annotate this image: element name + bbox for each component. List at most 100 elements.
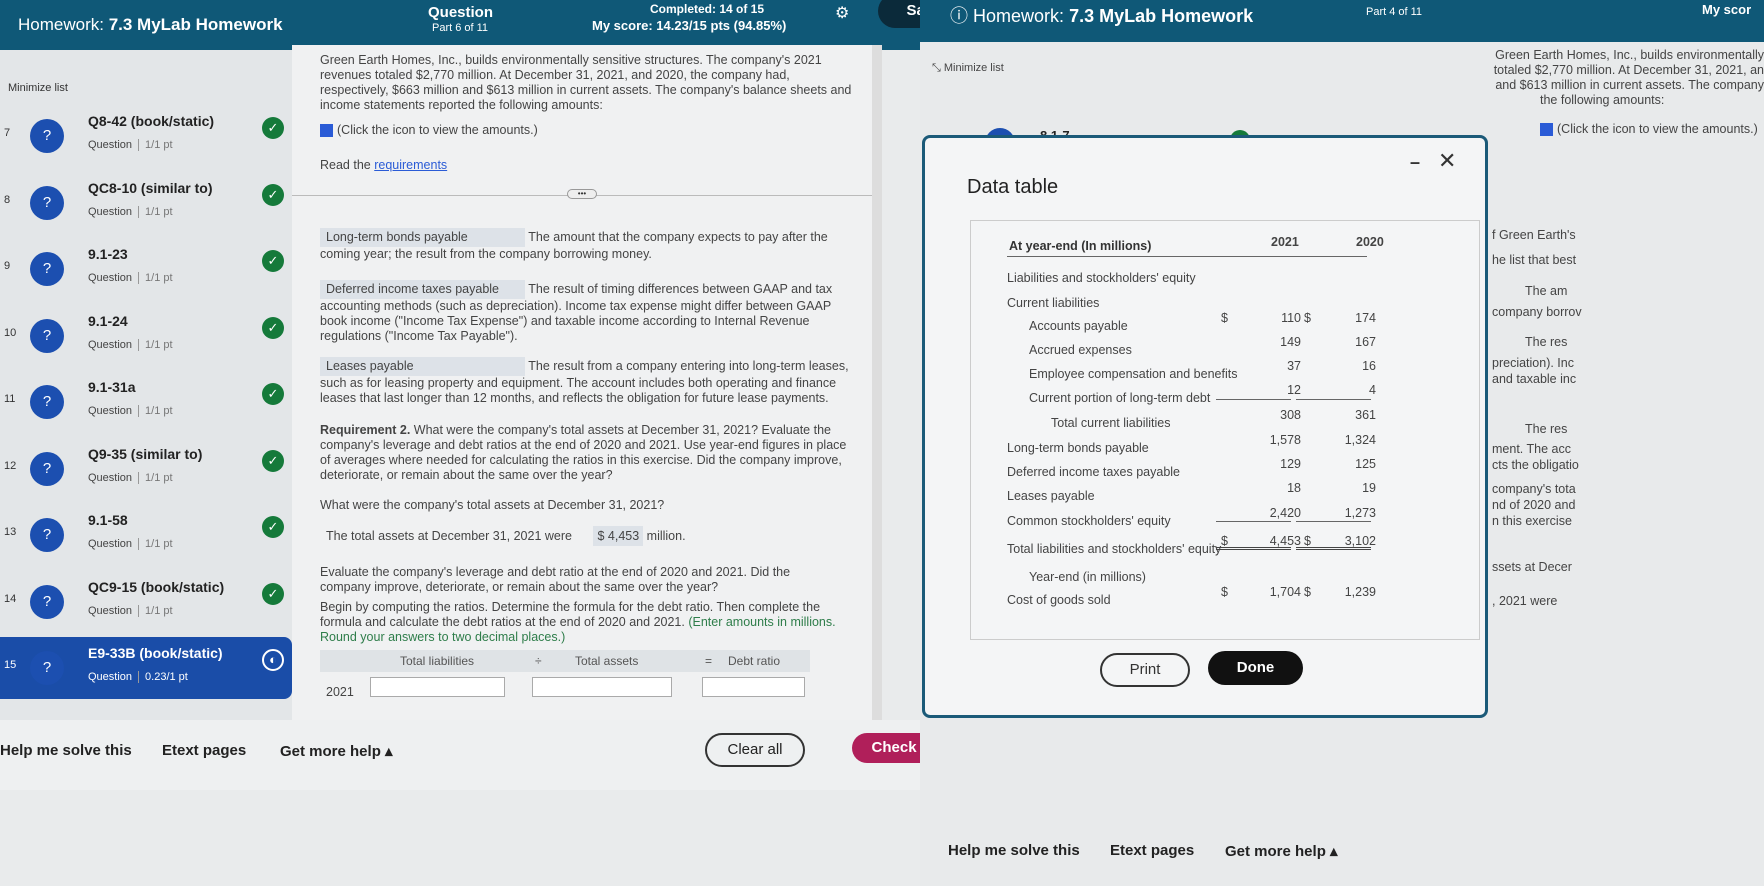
item-number: 15 [4,659,17,671]
right-help-me-solve-button[interactable]: Help me solve this [948,842,1080,859]
item-name: 9.1-58 [88,512,128,528]
requirements-link[interactable]: requirements [374,158,447,172]
item-points: 1/1 pt [138,139,173,151]
sidebar-item-10[interactable]: 10 ? 9.1-24 Question 1/1 pt ✓ [0,305,292,367]
item-name: Q8-42 (book/static) [88,113,215,129]
item-points: 1/1 pt [138,604,173,617]
value-2020: 4 [1369,383,1376,397]
sidebar-item-14[interactable]: 14 ? QC9-15 (book/static) Question 1/1 pt… [0,571,292,633]
right-etext-pages-button[interactable]: Etext pages [1110,842,1194,859]
right-intro: Green Earth Homes, Inc., builds environm… [1260,48,1764,108]
item-name: 9.1-31a [88,379,136,395]
sidebar-item-11[interactable]: 11 ? 9.1-31a Question 1/1 pt ✓ [0,371,292,433]
col-total-assets: Total assets [575,654,639,668]
scrollbar[interactable] [872,45,882,720]
value-2021: 37 [1287,359,1301,373]
expand-handle[interactable]: ••• [567,189,597,199]
col-total-liabilities: Total liabilities [400,654,475,668]
item-points: 1/1 pt [138,205,173,218]
sidebar-item-12[interactable]: 12 ? Q9-35 (similar to) Question 1/1 pt ✓ [0,438,292,500]
right-get-more-help-button[interactable]: Get more help ▴ [1225,842,1338,860]
item-type: Question [88,338,133,351]
answer-unit: million. [646,529,686,543]
item-name: 9.1-23 [88,246,128,262]
close-icon[interactable]: ✕ [1438,148,1456,174]
term-1: Deferred income taxes payable The result… [320,280,860,344]
partial-icon: ◐ [262,649,284,671]
help-me-solve-button[interactable]: Help me solve this [0,742,132,759]
item-sub: Question 1/1 pt [88,272,173,284]
total-assets-field[interactable]: $ 4,453 [593,526,644,546]
minimize-icon[interactable]: – [1410,152,1420,173]
clear-all-button[interactable]: Clear all [705,733,805,767]
row-label: Total current liabilities [1051,416,1171,430]
gear-icon[interactable]: ⚙ [835,3,849,23]
begin-text: Begin by computing the ratios. Determine… [320,600,865,645]
item-points: 1/1 pt [138,405,173,417]
get-more-help-button[interactable]: Get more help ▴ [280,742,393,760]
row-label: Cost of goods sold [1007,593,1111,607]
debt-ratio-input[interactable] [702,677,805,697]
term-0: Long-term bonds payable The amount that … [320,228,860,262]
item-name: 9.1-24 [88,312,128,329]
question-icon: ? [30,385,64,419]
item-sub: Question 1/1 pt [88,139,173,151]
right-score: My scor [1702,2,1752,17]
item-type: Question [88,671,133,683]
value-2021: 110 [1281,311,1301,325]
done-button[interactable]: Done [1208,651,1303,685]
read-the-text: Read the [320,158,375,172]
sidebar-item-15[interactable]: 15 ? E9-33B (book/static) Question 0.23/1… [0,637,292,699]
item-points: 1/1 pt [138,538,173,550]
clipped-question-text: The am [1525,284,1568,298]
clipped-question-text: The res [1525,422,1568,436]
item-sub: Question 1/1 pt [88,338,173,351]
item-sub: Question 1/1 pt [88,538,173,550]
clipped-question-text: and taxable inc [1492,372,1577,386]
item-type: Question [88,538,133,550]
check-icon: ✓ [262,117,284,139]
check-icon: ✓ [262,449,284,472]
value-2020: 125 [1355,457,1376,471]
sidebar-item-9[interactable]: 9 ? 9.1-23 Question 1/1 pt ✓ [0,238,292,300]
currency: $ [1304,534,1311,548]
value-2020: 167 [1355,335,1376,349]
currency: $ [1221,585,1228,599]
right-minimize-list[interactable]: ⤡ Minimize list [932,62,1004,75]
print-button[interactable]: Print [1100,653,1190,687]
value-2021: 149 [1280,335,1301,349]
item-type: Question [88,471,133,484]
sidebar-item-13[interactable]: 13 ? 9.1-58 Question 1/1 pt ✓ [0,504,292,566]
homework-prefix: Homework: [18,15,104,34]
table-icon[interactable] [320,124,333,138]
ratio-header: Total liabilities ÷ Total assets = Debt … [320,650,810,672]
row-label: Leases payable [1007,489,1095,503]
table-icon[interactable] [1540,123,1553,137]
year-2020: 2020 [1356,235,1384,249]
equals-sign: = [705,654,713,668]
term-2: Leases payable The result from a company… [320,357,860,406]
item-number: 8 [4,193,11,206]
total-liabilities-input[interactable] [370,677,505,697]
value-2020: 16 [1362,359,1376,373]
row-label: Liabilities and stockholders' equity [1007,271,1196,285]
item-type: Question [88,272,133,284]
total-rule [1216,547,1291,550]
currency: $ [1304,311,1311,325]
total-assets-input[interactable] [532,677,672,697]
row-year: 2021 [326,685,354,699]
sidebar-item-8[interactable]: 8 ? QC8-10 (similar to) Question 1/1 pt ✓ [0,172,292,234]
view-amounts-link[interactable]: (Click the icon to view the amounts.) [320,123,538,138]
answer-prefix: The total assets at December 31, 2021 we… [326,529,572,543]
etext-pages-button[interactable]: Etext pages [162,742,246,759]
row-label: Deferred income taxes payable [1007,465,1181,479]
bottom-bar: Help me solve this Etext pages Get more … [0,720,1010,790]
right-view-amounts-link[interactable]: (Click the icon to view the amounts.) [1540,122,1758,137]
check-icon: ✓ [262,183,284,206]
subtotal-rule [1296,521,1371,522]
currency: $ [1221,311,1228,325]
sidebar-item-7[interactable]: 7 ? Q8-42 (book/static) Question 1/1 pt ✓ [0,105,292,167]
minimize-list-button[interactable]: Minimize list [8,82,68,94]
item-name: QC8-10 (similar to) [88,179,213,196]
total-rule [1296,547,1371,550]
